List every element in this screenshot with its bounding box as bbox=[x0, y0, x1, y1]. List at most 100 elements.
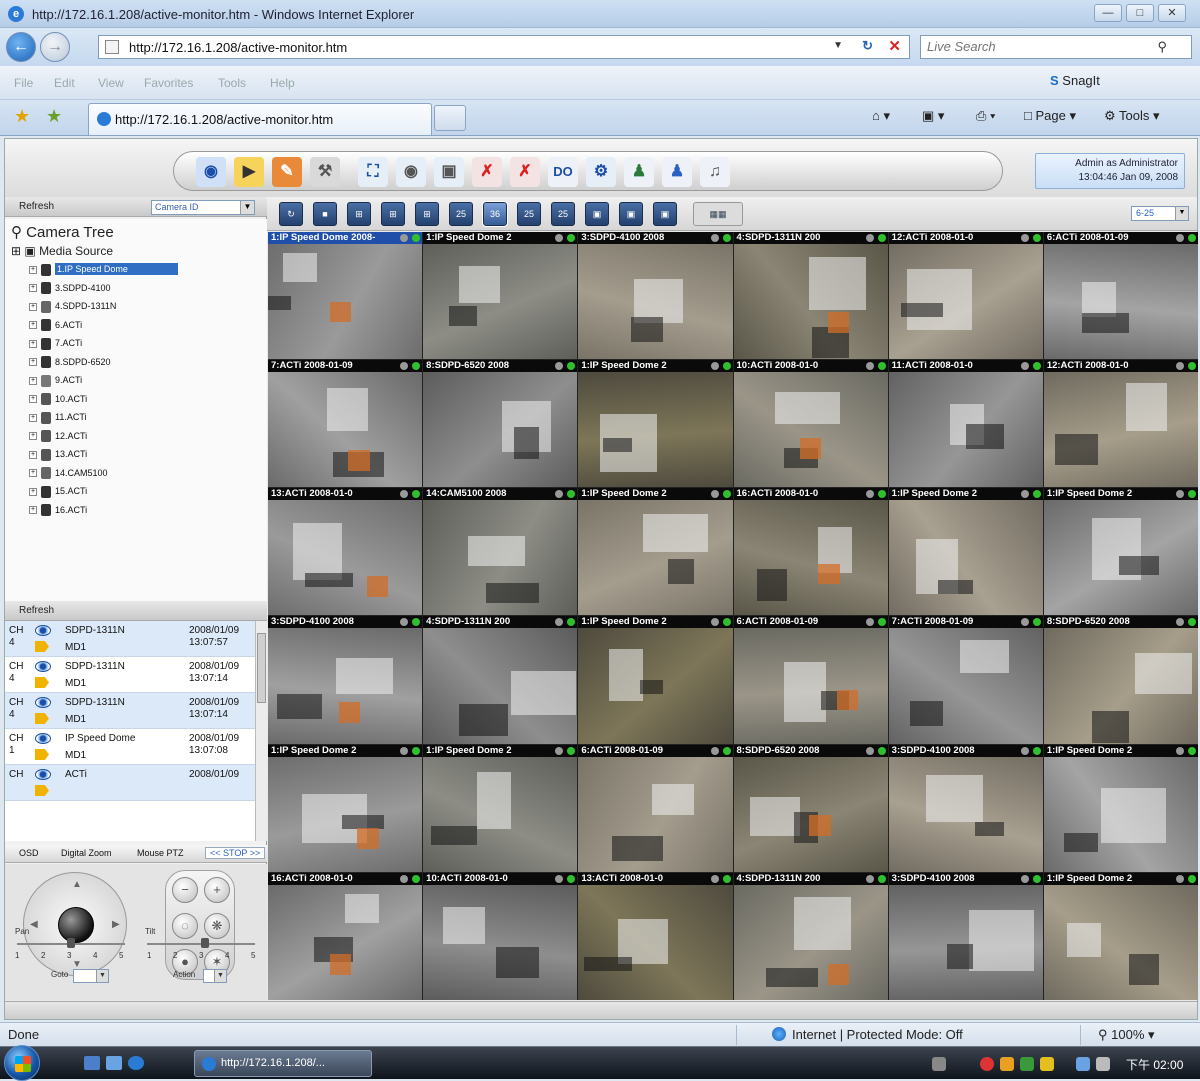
camera-video-feed[interactable] bbox=[268, 884, 423, 1000]
camera-tile[interactable]: 1:IP Speed Dome 2 bbox=[1043, 744, 1198, 872]
camera-video-feed[interactable] bbox=[733, 756, 888, 872]
camera-video-feed[interactable] bbox=[578, 244, 733, 360]
camera-tile[interactable]: 14:CAM5100 2008 bbox=[423, 488, 578, 616]
camera-tile[interactable]: 10:ACTi 2008-01-0 bbox=[733, 360, 888, 488]
security-zone[interactable]: Internet | Protected Mode: Off bbox=[772, 1027, 963, 1042]
expand-icon[interactable]: + bbox=[29, 358, 37, 367]
feeds-icon[interactable]: ▣ ▾ bbox=[922, 108, 944, 124]
expand-icon[interactable]: + bbox=[29, 376, 37, 385]
camera-video-feed[interactable] bbox=[578, 372, 733, 488]
camera-tile[interactable]: 16:ACTi 2008-01-0 bbox=[268, 872, 423, 1000]
camera-tile[interactable]: 4:SDPD-1311N 200 bbox=[733, 232, 888, 360]
tray-security-icon[interactable] bbox=[980, 1057, 994, 1071]
camera-video-feed[interactable] bbox=[733, 884, 888, 1000]
menu-file[interactable]: File bbox=[14, 76, 33, 90]
forward-button[interactable]: → bbox=[40, 32, 70, 62]
camera-video-feed[interactable] bbox=[423, 884, 578, 1000]
camera-video-feed[interactable] bbox=[1043, 500, 1198, 616]
layout-25b-button[interactable]: 25 bbox=[517, 202, 541, 226]
camera-video-feed[interactable] bbox=[733, 244, 888, 360]
stop-icon[interactable]: ✕ bbox=[888, 37, 901, 55]
camera-tile[interactable]: 3:SDPD-4100 2008 bbox=[888, 872, 1043, 1000]
camera-video-feed[interactable] bbox=[423, 500, 578, 616]
camera-id-select[interactable]: Camera ID ▼ bbox=[151, 200, 255, 215]
camera-video-feed[interactable] bbox=[1043, 756, 1198, 872]
goto-select[interactable]: ▼ bbox=[73, 969, 109, 983]
camera-tile[interactable]: 3:SDPD-4100 2008 bbox=[888, 744, 1043, 872]
camera-tree-item[interactable]: +6.ACTi bbox=[29, 317, 82, 334]
add-favorites-icon[interactable]: ★ bbox=[46, 106, 62, 127]
menu-tools[interactable]: Tools bbox=[218, 76, 246, 90]
camera-tree-item[interactable]: +8.SDPD-6520 bbox=[29, 354, 111, 371]
camera-tile[interactable]: 1:IP Speed Dome 2 bbox=[1043, 872, 1198, 1000]
camera-tile[interactable]: 6:ACTi 2008-01-09 bbox=[1043, 232, 1198, 360]
camera-tree-item[interactable]: +15.ACTi bbox=[29, 483, 87, 500]
volume-icon[interactable] bbox=[1096, 1057, 1110, 1071]
volume-icon[interactable]: ♫ bbox=[700, 157, 730, 187]
camera-video-feed[interactable] bbox=[268, 628, 423, 744]
camera-tile[interactable]: 13:ACTi 2008-01-0 bbox=[268, 488, 423, 616]
layout-25c-button[interactable]: 25 bbox=[551, 202, 575, 226]
zoom-out-icon[interactable]: − bbox=[172, 877, 198, 903]
user-icon[interactable]: ♟ bbox=[624, 157, 654, 187]
camera-tile[interactable]: 1:IP Speed Dome 2 bbox=[268, 744, 423, 872]
camera-tile[interactable]: 8:SDPD-6520 2008 bbox=[733, 744, 888, 872]
camera-tile[interactable]: 1:IP Speed Dome 2 bbox=[578, 488, 733, 616]
camera-tile[interactable]: 6:ACTi 2008-01-09 bbox=[578, 744, 733, 872]
camera-video-feed[interactable] bbox=[268, 500, 423, 616]
layout-custom-1-icon[interactable]: ▣ bbox=[585, 202, 609, 226]
camera-tile[interactable]: 3:SDPD-4100 2008 bbox=[578, 232, 733, 360]
menu-favorites[interactable]: Favorites bbox=[144, 76, 193, 90]
snapshot-icon[interactable]: ◉ bbox=[396, 157, 426, 187]
camera-video-feed[interactable] bbox=[733, 500, 888, 616]
camera-tile[interactable]: 1:IP Speed Dome 2 bbox=[578, 616, 733, 744]
minimize-button[interactable]: — bbox=[1094, 4, 1122, 22]
camera-tile[interactable]: 7:ACTi 2008-01-09 bbox=[268, 360, 423, 488]
menu-view[interactable]: View bbox=[98, 76, 124, 90]
ie-quicklaunch-icon[interactable] bbox=[128, 1056, 144, 1070]
camera-tile[interactable]: 1:IP Speed Dome 2 bbox=[888, 488, 1043, 616]
camera-video-feed[interactable] bbox=[578, 756, 733, 872]
camera-video-feed[interactable] bbox=[268, 372, 423, 488]
media-source-node[interactable]: ⊞ ▣ Media Source bbox=[11, 244, 113, 258]
start-button[interactable] bbox=[4, 1045, 40, 1081]
layout-custom-3-icon[interactable]: ▣ bbox=[653, 202, 677, 226]
search-input[interactable] bbox=[927, 39, 1147, 54]
taskbar-ie-window[interactable]: http://172.16.1.208/... bbox=[194, 1050, 372, 1077]
pan-slider-thumb[interactable] bbox=[67, 938, 75, 948]
new-tab-button[interactable] bbox=[434, 105, 466, 131]
camera-video-feed[interactable] bbox=[423, 756, 578, 872]
camera-tree-item[interactable]: +12.ACTi bbox=[29, 428, 87, 445]
camera-video-feed[interactable] bbox=[888, 756, 1043, 872]
layout-25-button[interactable]: 25 bbox=[449, 202, 473, 226]
sequence-icon[interactable]: ▦▦ bbox=[693, 202, 743, 226]
camera-tile[interactable]: 16:ACTi 2008-01-0 bbox=[733, 488, 888, 616]
scrollbar-thumb[interactable] bbox=[257, 633, 266, 703]
event-row[interactable]: CH 4 SDPD-1311N MD1 2008/01/09 13:07:14 bbox=[5, 657, 255, 693]
expand-icon[interactable]: + bbox=[29, 284, 37, 293]
camera-tile[interactable]: 1:IP Speed Dome 2008- bbox=[268, 232, 423, 360]
camera-tile[interactable]: 7:ACTi 2008-01-09 bbox=[888, 616, 1043, 744]
snagit-button[interactable]: S SnagIt bbox=[1050, 73, 1100, 88]
camera-video-feed[interactable] bbox=[268, 244, 423, 360]
expand-icon[interactable]: + bbox=[29, 302, 37, 311]
layout-9-icon[interactable]: ⊞ bbox=[381, 202, 405, 226]
address-text[interactable]: http://172.16.1.208/active-monitor.htm bbox=[129, 40, 347, 55]
camera-video-feed[interactable] bbox=[578, 884, 733, 1000]
tab-digital-zoom[interactable]: Digital Zoom bbox=[61, 848, 112, 858]
search-icon[interactable]: ⚲ bbox=[1157, 39, 1167, 55]
tray-app-icon[interactable] bbox=[1020, 1057, 1034, 1071]
layout-4-icon[interactable]: ⊞ bbox=[347, 202, 371, 226]
settings-gear-icon[interactable]: ⚙ bbox=[586, 157, 616, 187]
camera-tree-item[interactable]: +4.SDPD-1311N bbox=[29, 298, 116, 315]
layout-36-button[interactable]: 36 bbox=[482, 201, 508, 227]
camera-tile[interactable]: 1:IP Speed Dome 2 bbox=[423, 232, 578, 360]
camera-video-feed[interactable] bbox=[733, 372, 888, 488]
camera-video-feed[interactable] bbox=[888, 628, 1043, 744]
show-desktop-icon[interactable] bbox=[84, 1056, 100, 1070]
rotate-layout-icon[interactable]: ↻ bbox=[279, 202, 303, 226]
expand-icon[interactable]: + bbox=[29, 413, 37, 422]
refresh-icon[interactable]: ↻ bbox=[862, 38, 873, 54]
close-window-button[interactable]: ✕ bbox=[1158, 4, 1186, 22]
camera-video-feed[interactable] bbox=[1043, 244, 1198, 360]
